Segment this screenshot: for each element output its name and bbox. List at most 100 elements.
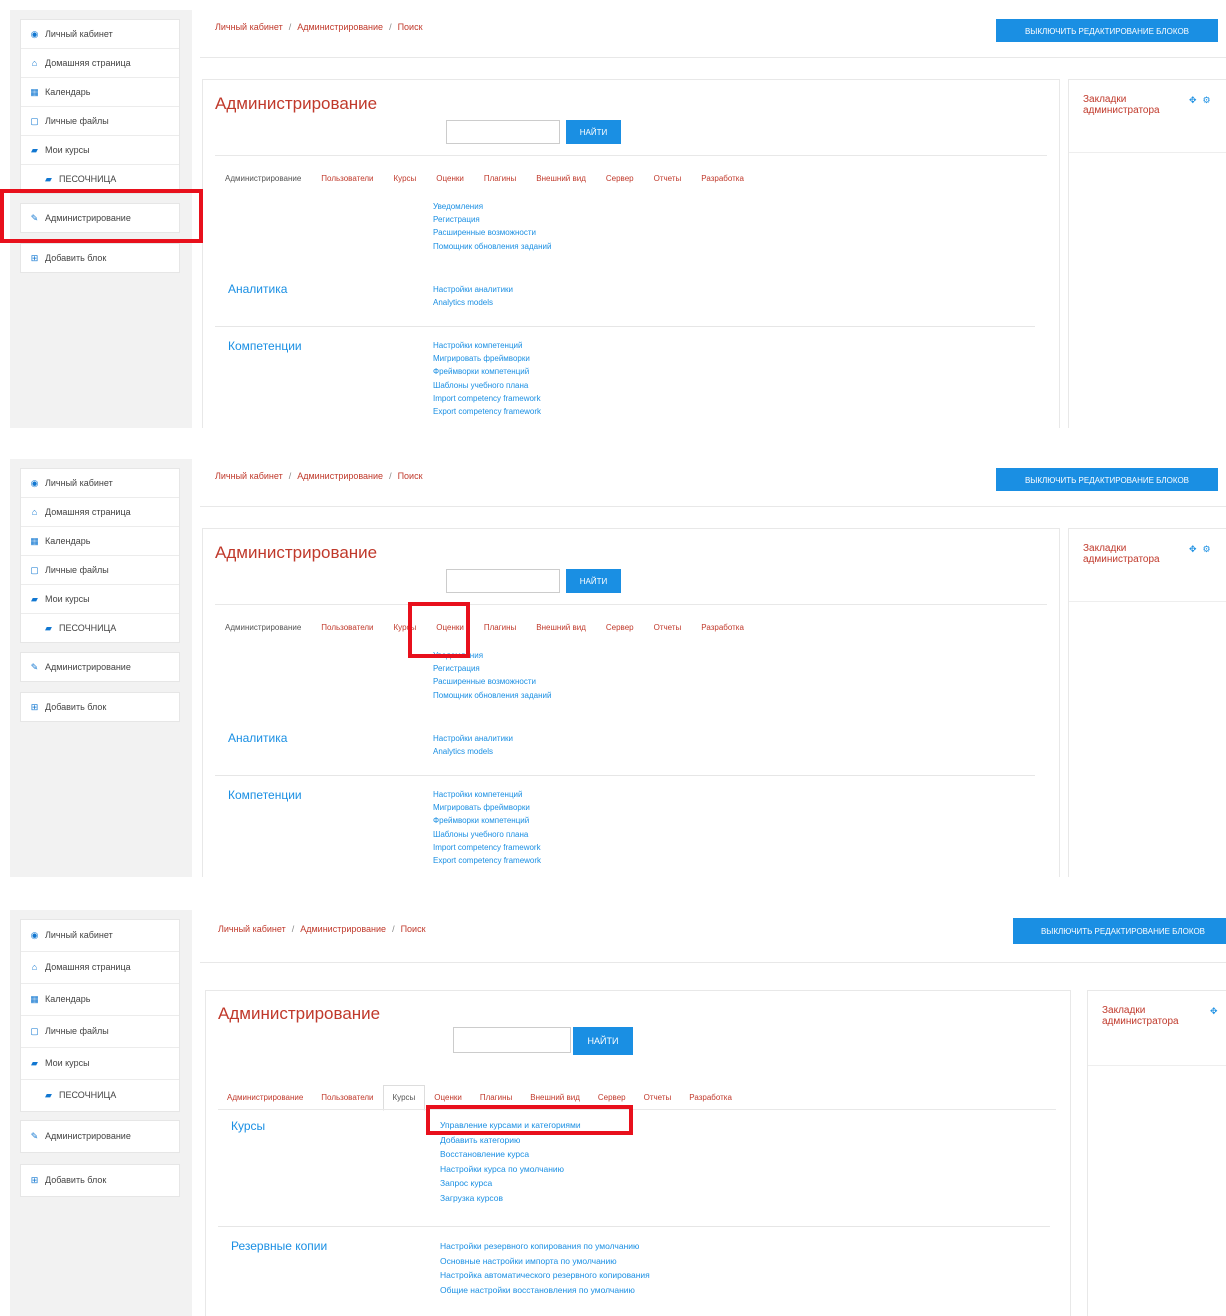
nav-calendar[interactable]: ▦ Календарь xyxy=(21,78,179,107)
tab-grades[interactable]: Оценки xyxy=(426,619,474,637)
gear-icon[interactable]: ⚙ xyxy=(1203,544,1217,554)
link-competency-frameworks[interactable]: Фреймворки компетенций xyxy=(433,814,541,827)
search-button[interactable]: НАЙТИ xyxy=(566,120,621,144)
link-assignment-upgrade[interactable]: Помощник обновления заданий xyxy=(433,689,551,702)
block-controls[interactable]: ✥⚙ xyxy=(1189,95,1217,106)
nav-administration[interactable]: ✎ Администрирование xyxy=(21,204,179,232)
link-import-framework[interactable]: Import competency framework xyxy=(433,392,541,405)
search-button[interactable]: НАЙТИ xyxy=(566,569,621,593)
nav-dashboard[interactable]: ◉ Личный кабинет xyxy=(21,469,179,498)
link-learning-plan-templates[interactable]: Шаблоны учебного плана xyxy=(433,828,541,841)
nav-my-courses[interactable]: ▰ Мои курсы xyxy=(21,136,179,165)
tab-administration[interactable]: Администрирование xyxy=(215,170,311,188)
tab-server[interactable]: Сервер xyxy=(596,170,644,188)
link-notifications[interactable]: Уведомления xyxy=(433,649,551,662)
link-import-defaults[interactable]: Основные настройки импорта по умолчанию xyxy=(440,1254,650,1269)
move-icon[interactable]: ✥ xyxy=(1189,95,1203,105)
nav-dashboard[interactable]: ◉ Личный кабинет xyxy=(21,920,179,952)
nav-administration[interactable]: ✎ Администрирование xyxy=(21,1121,179,1152)
block-controls[interactable]: ✥⚙ xyxy=(1189,544,1217,555)
section-title-analytics[interactable]: Аналитика xyxy=(228,731,287,745)
tab-users[interactable]: Пользователи xyxy=(311,170,383,188)
tab-reports[interactable]: Отчеты xyxy=(635,1086,681,1110)
section-title-competencies[interactable]: Компетенции xyxy=(228,339,302,353)
link-restore-course[interactable]: Восстановление курса xyxy=(440,1147,581,1162)
move-icon[interactable]: ✥ xyxy=(1210,1006,1224,1016)
breadcrumb-administration[interactable]: Администрирование xyxy=(297,22,383,32)
nav-dashboard[interactable]: ◉ Личный кабинет xyxy=(21,20,179,49)
breadcrumb-administration[interactable]: Администрирование xyxy=(300,924,386,934)
nav-add-block[interactable]: ⊞ Добавить блок xyxy=(21,244,179,272)
link-restore-defaults[interactable]: Общие настройки восстановления по умолча… xyxy=(440,1283,650,1298)
tab-courses[interactable]: Курсы xyxy=(384,619,427,637)
tab-plugins[interactable]: Плагины xyxy=(471,1086,521,1110)
breadcrumb-dashboard[interactable]: Личный кабинет xyxy=(215,471,283,481)
tab-users[interactable]: Пользователи xyxy=(312,1086,382,1110)
nav-private-files[interactable]: ▢ Личные файлы xyxy=(21,1016,179,1048)
link-notifications[interactable]: Уведомления xyxy=(433,200,551,213)
tab-appearance[interactable]: Внешний вид xyxy=(521,1086,589,1110)
nav-home[interactable]: ⌂ Домашняя страница xyxy=(21,49,179,78)
link-assignment-upgrade[interactable]: Помощник обновления заданий xyxy=(433,240,551,253)
link-migrate-frameworks[interactable]: Мигрировать фреймворки xyxy=(433,352,541,365)
link-registration[interactable]: Регистрация xyxy=(433,213,551,226)
nav-sandbox[interactable]: ▰ ПЕСОЧНИЦА xyxy=(21,1080,179,1111)
search-input[interactable] xyxy=(446,569,560,593)
block-controls[interactable]: ✥ xyxy=(1210,1006,1224,1017)
link-export-framework[interactable]: Export competency framework xyxy=(433,854,541,867)
link-advanced-features[interactable]: Расширенные возможности xyxy=(433,675,551,688)
tab-courses[interactable]: Курсы xyxy=(382,1085,426,1111)
tab-reports[interactable]: Отчеты xyxy=(644,619,692,637)
tab-plugins[interactable]: Плагины xyxy=(474,619,526,637)
toggle-block-editing-button[interactable]: ВЫКЛЮЧИТЬ РЕДАКТИРОВАНИЕ БЛОКОВ xyxy=(996,468,1218,491)
toggle-block-editing-button[interactable]: ВЫКЛЮЧИТЬ РЕДАКТИРОВАНИЕ БЛОКОВ xyxy=(996,19,1218,42)
link-add-category[interactable]: Добавить категорию xyxy=(440,1133,581,1148)
section-title-courses[interactable]: Курсы xyxy=(231,1119,265,1133)
link-analytics-models[interactable]: Analytics models xyxy=(433,296,513,309)
breadcrumb-dashboard[interactable]: Личный кабинет xyxy=(215,22,283,32)
nav-calendar[interactable]: ▦ Календарь xyxy=(21,984,179,1016)
link-competency-settings[interactable]: Настройки компетенций xyxy=(433,339,541,352)
link-analytics-settings[interactable]: Настройки аналитики xyxy=(433,283,513,296)
nav-home[interactable]: ⌂ Домашняя страница xyxy=(21,498,179,527)
link-learning-plan-templates[interactable]: Шаблоны учебного плана xyxy=(433,379,541,392)
breadcrumb-search[interactable]: Поиск xyxy=(398,22,423,32)
link-upload-courses[interactable]: Загрузка курсов xyxy=(440,1191,581,1206)
section-title-backups[interactable]: Резервные копии xyxy=(231,1239,327,1253)
link-analytics-settings[interactable]: Настройки аналитики xyxy=(433,732,513,745)
link-competency-settings[interactable]: Настройки компетенций xyxy=(433,788,541,801)
nav-sandbox[interactable]: ▰ ПЕСОЧНИЦА xyxy=(21,614,179,642)
tab-grades[interactable]: Оценки xyxy=(425,1086,471,1110)
link-registration[interactable]: Регистрация xyxy=(433,662,551,675)
nav-add-block[interactable]: ⊞ Добавить блок xyxy=(21,1165,179,1196)
tab-administration[interactable]: Администрирование xyxy=(215,619,311,637)
section-title-analytics[interactable]: Аналитика xyxy=(228,282,287,296)
link-competency-frameworks[interactable]: Фреймворки компетенций xyxy=(433,365,541,378)
link-migrate-frameworks[interactable]: Мигрировать фреймворки xyxy=(433,801,541,814)
nav-add-block[interactable]: ⊞ Добавить блок xyxy=(21,693,179,721)
search-button[interactable]: НАЙТИ xyxy=(573,1027,633,1055)
link-advanced-features[interactable]: Расширенные возможности xyxy=(433,226,551,239)
tab-grades[interactable]: Оценки xyxy=(426,170,474,188)
move-icon[interactable]: ✥ xyxy=(1189,544,1203,554)
tab-development[interactable]: Разработка xyxy=(680,1086,741,1110)
nav-administration[interactable]: ✎ Администрирование xyxy=(21,653,179,681)
link-import-framework[interactable]: Import competency framework xyxy=(433,841,541,854)
nav-calendar[interactable]: ▦ Календарь xyxy=(21,527,179,556)
tab-appearance[interactable]: Внешний вид xyxy=(526,619,596,637)
breadcrumb-search[interactable]: Поиск xyxy=(401,924,426,934)
tab-appearance[interactable]: Внешний вид xyxy=(526,170,596,188)
tab-administration[interactable]: Администрирование xyxy=(218,1086,312,1110)
tab-server[interactable]: Сервер xyxy=(589,1086,635,1110)
breadcrumb-search[interactable]: Поиск xyxy=(398,471,423,481)
nav-sandbox[interactable]: ▰ ПЕСОЧНИЦА xyxy=(21,165,179,193)
gear-icon[interactable]: ⚙ xyxy=(1203,95,1217,105)
toggle-block-editing-button[interactable]: ВЫКЛЮЧИТЬ РЕДАКТИРОВАНИЕ БЛОКОВ xyxy=(1013,918,1226,944)
link-manage-courses[interactable]: Управление курсами и категориями xyxy=(440,1118,581,1133)
tab-development[interactable]: Разработка xyxy=(691,170,754,188)
tab-server[interactable]: Сервер xyxy=(596,619,644,637)
link-auto-backup[interactable]: Настройка автоматического резервного коп… xyxy=(440,1268,650,1283)
link-backup-defaults[interactable]: Настройки резервного копирования по умол… xyxy=(440,1239,650,1254)
nav-private-files[interactable]: ▢ Личные файлы xyxy=(21,556,179,585)
nav-my-courses[interactable]: ▰ Мои курсы xyxy=(21,585,179,614)
